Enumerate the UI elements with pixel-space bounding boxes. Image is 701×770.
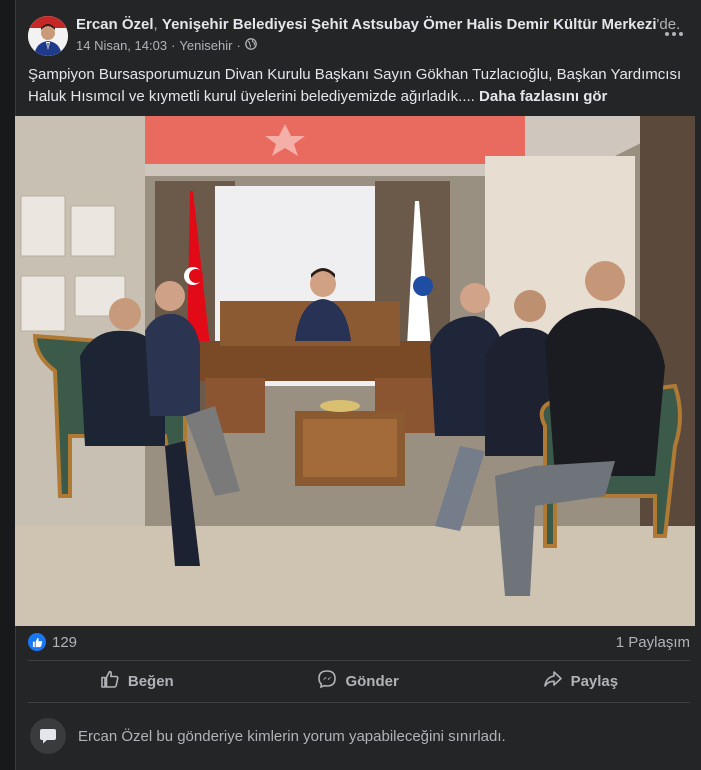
author-separator: , xyxy=(153,16,162,33)
like-reaction-icon[interactable] xyxy=(28,633,46,651)
action-bar: Beğen Gönder Paylaş xyxy=(28,662,690,700)
thumbs-up-icon xyxy=(100,669,120,693)
messenger-icon xyxy=(317,669,337,693)
stats-divider xyxy=(28,660,690,661)
meta-dot-2: · xyxy=(236,38,241,53)
comment-restriction-notice: Ercan Özel bu gönderiye kimlerin yorum y… xyxy=(30,718,690,754)
post-text: Şampiyon Bursasporumuzun Divan Kurulu Ba… xyxy=(28,64,688,108)
post-meta: 14 Nisan, 14:03 · Yenisehir · xyxy=(76,38,257,53)
post-card: Ercan Özel, Yenişehir Belediyesi Şehit A… xyxy=(15,0,701,770)
post-location[interactable]: Yenisehir xyxy=(179,38,232,53)
send-button[interactable]: Gönder xyxy=(297,663,418,699)
share-label: Paylaş xyxy=(570,672,619,690)
author-avatar[interactable] xyxy=(28,16,68,56)
like-button[interactable]: Beğen xyxy=(80,663,194,699)
like-count[interactable]: 129 xyxy=(52,634,77,651)
author-name[interactable]: Ercan Özel xyxy=(76,16,154,33)
author-line: Ercan Özel, Yenişehir Belediyesi Şehit A… xyxy=(76,16,680,33)
share-arrow-icon xyxy=(543,669,563,693)
speech-bubble-icon xyxy=(30,718,66,754)
share-button[interactable]: Paylaş xyxy=(523,663,639,699)
post-header: Ercan Özel, Yenişehir Belediyesi Şehit A… xyxy=(28,16,690,60)
checkin-place[interactable]: Yenişehir Belediyesi Şehit Astsubay Ömer… xyxy=(162,16,657,33)
see-more-link[interactable]: Daha fazlasını gör xyxy=(479,88,607,105)
share-count[interactable]: 1 Paylaşım xyxy=(616,634,690,651)
actions-divider xyxy=(28,702,690,703)
post-photo[interactable] xyxy=(15,116,695,626)
send-label: Gönder xyxy=(345,672,399,690)
post-date[interactable]: 14 Nisan, 14:03 xyxy=(76,38,167,53)
comment-notice-text: Ercan Özel bu gönderiye kimlerin yorum y… xyxy=(78,728,506,745)
post-stats: 129 1 Paylaşım xyxy=(28,632,690,656)
meta-dot: · xyxy=(171,38,176,53)
like-label: Beğen xyxy=(127,672,174,690)
more-options-icon[interactable] xyxy=(662,26,686,42)
globe-icon xyxy=(244,38,257,53)
